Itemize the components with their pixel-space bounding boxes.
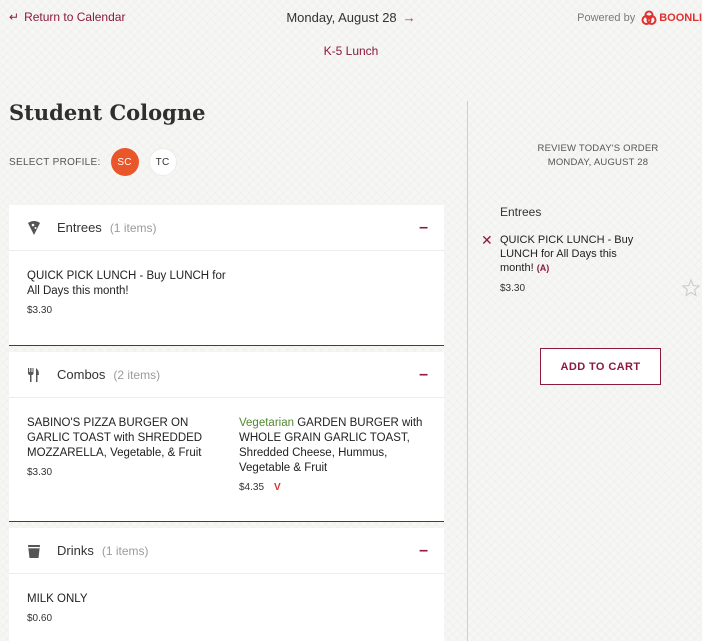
section-count: (1 items) — [109, 220, 157, 235]
section-title: Combos — [57, 367, 106, 382]
item-price-value: $4.35 — [239, 482, 265, 493]
brand-name: BOONLI — [659, 12, 702, 24]
section-items: MILK ONLY $0.60 — [9, 574, 444, 641]
next-day-arrow-icon[interactable]: → — [403, 10, 416, 25]
section-title: Entrees — [57, 220, 102, 235]
section-combos: Combos (2 items) – SABINO'S PIZZA BURGER… — [9, 352, 444, 522]
order-item-tag: (A) — [536, 263, 550, 273]
profile-tc-button[interactable]: TC — [148, 148, 177, 176]
order-group-title: Entrees — [500, 205, 542, 219]
student-name: Student Cologne — [9, 100, 206, 125]
section-count: (2 items) — [113, 367, 161, 382]
item-price: $0.60 — [27, 613, 53, 624]
menu-item[interactable]: MILK ONLY $0.60 — [27, 592, 227, 624]
item-price: $3.30 — [27, 305, 53, 316]
order-item-price: $3.30 — [500, 283, 526, 294]
menu-column: Entrees (1 items) – QUICK PICK LUNCH - B… — [9, 205, 444, 641]
item-name: SABINO'S PIZZA BURGER ON GARLIC TOAST wi… — [27, 417, 203, 459]
menu-item[interactable]: QUICK PICK LUNCH - Buy LUNCH for All Day… — [27, 269, 227, 316]
item-price: $3.30 — [27, 467, 53, 478]
section-drinks: Drinks (1 items) – MILK ONLY $0.60 — [9, 528, 444, 641]
add-to-cart-button[interactable]: ADD TO CART — [540, 348, 661, 385]
vegetarian-label: Vegetarian — [239, 417, 294, 429]
cup-icon — [25, 542, 43, 560]
brand-logo: BOONLI — [641, 10, 702, 26]
section-entrees: Entrees (1 items) – QUICK PICK LUNCH - B… — [9, 205, 444, 346]
profile-sc-button[interactable]: SC — [110, 148, 139, 176]
column-divider — [467, 101, 468, 641]
profile-selector: SELECT PROFILE: SC TC — [9, 148, 177, 176]
section-title: Drinks — [57, 543, 94, 558]
pizza-slice-icon — [25, 219, 43, 237]
menu-item[interactable]: SABINO'S PIZZA BURGER ON GARLIC TOAST wi… — [27, 416, 227, 491]
section-drinks-header[interactable]: Drinks (1 items) – — [9, 528, 444, 574]
collapse-icon[interactable]: – — [419, 542, 428, 560]
return-to-calendar-link[interactable]: ↵ Return to Calendar — [9, 10, 125, 24]
top-bar: ↵ Return to Calendar Monday, August 28 → … — [0, 0, 702, 58]
fork-knife-icon — [25, 366, 43, 384]
menu-item[interactable]: Vegetarian GARDEN BURGER with WHOLE GRAI… — [239, 416, 424, 493]
item-name: MILK ONLY — [27, 593, 88, 605]
item-name: QUICK PICK LUNCH - Buy LUNCH for All Day… — [27, 270, 226, 297]
order-item-name: QUICK PICK LUNCH - Buy LUNCH for All Day… — [500, 233, 650, 275]
meal-type-label: K-5 Lunch — [323, 44, 379, 58]
current-date: Monday, August 28 — [286, 10, 397, 25]
review-order-heading: REVIEW TODAY'S ORDER MONDAY, AUGUST 28 — [488, 142, 702, 170]
favorite-star-icon[interactable] — [681, 278, 701, 298]
section-entrees-header[interactable]: Entrees (1 items) – — [9, 205, 444, 251]
section-items: SABINO'S PIZZA BURGER ON GARLIC TOAST wi… — [9, 398, 444, 521]
powered-by: Powered by BOONLI — [577, 10, 702, 26]
return-label: Return to Calendar — [24, 10, 126, 24]
item-name: Vegetarian GARDEN BURGER with WHOLE GRAI… — [239, 416, 424, 476]
collapse-icon[interactable]: – — [419, 219, 428, 237]
boonli-logo-icon — [641, 10, 657, 25]
remove-item-icon[interactable]: ✕ — [481, 232, 493, 249]
review-date: MONDAY, AUGUST 28 — [547, 157, 649, 168]
section-count: (1 items) — [101, 543, 149, 558]
section-combos-header[interactable]: Combos (2 items) – — [9, 352, 444, 398]
section-items: QUICK PICK LUNCH - Buy LUNCH for All Day… — [9, 251, 444, 345]
select-profile-label: SELECT PROFILE: — [9, 156, 101, 168]
order-item-text: QUICK PICK LUNCH - Buy LUNCH for All Day… — [500, 234, 634, 274]
powered-by-text: Powered by — [577, 12, 636, 24]
review-title: REVIEW TODAY'S ORDER — [537, 143, 659, 154]
return-arrow-icon: ↵ — [9, 10, 20, 24]
collapse-icon[interactable]: – — [419, 366, 428, 384]
vegetarian-tag: V — [274, 482, 281, 493]
item-price: $4.35 V — [239, 482, 424, 493]
